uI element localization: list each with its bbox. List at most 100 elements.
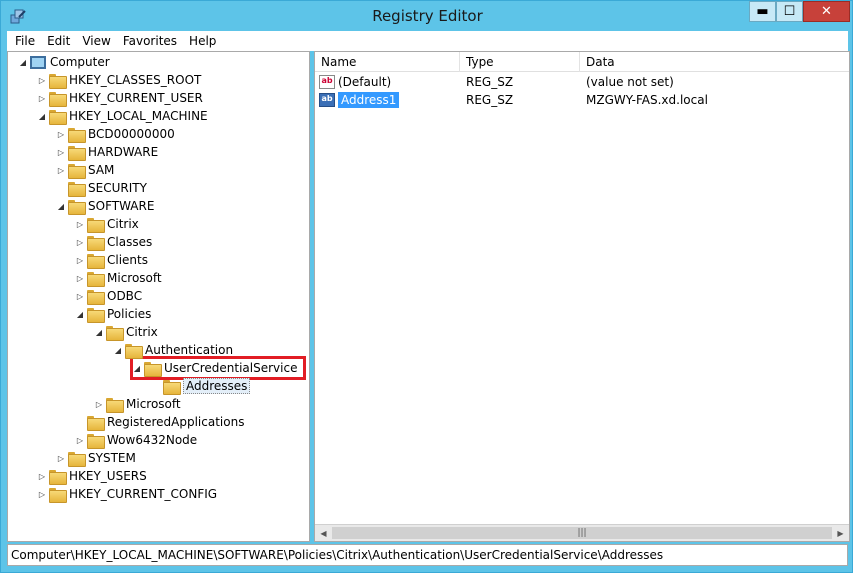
tree-node[interactable]: ▷ HKEY_CURRENT_CONFIG <box>37 485 217 503</box>
menu-edit[interactable]: Edit <box>41 34 76 48</box>
tree-node[interactable]: ◢ Authentication <box>113 341 233 359</box>
tree-node[interactable]: ▷ HARDWARE <box>56 143 158 161</box>
folder-icon <box>87 271 105 287</box>
folder-icon <box>106 397 124 413</box>
expand-arrow-icon[interactable]: ▷ <box>75 251 85 269</box>
tree-node[interactable]: Addresses <box>151 377 251 395</box>
folder-icon <box>49 469 67 485</box>
tree-node[interactable]: ▷ HKEY_CURRENT_USER <box>37 89 203 107</box>
tree-node[interactable]: ▷ ODBC <box>75 287 142 305</box>
tree-node-label: HKEY_LOCAL_MACHINE <box>69 109 208 123</box>
tree-node[interactable]: SECURITY <box>56 179 147 197</box>
folder-icon <box>68 127 86 143</box>
expand-arrow-icon[interactable]: ▷ <box>56 143 66 161</box>
list-row-default[interactable]: ab (Default) REG_SZ (value not set) <box>315 73 849 91</box>
collapse-arrow-icon[interactable]: ◢ <box>94 323 104 341</box>
scroll-right-arrow[interactable]: ▶ <box>832 525 849 541</box>
tree-node-label: Clients <box>107 253 148 267</box>
expand-arrow-icon[interactable]: ▷ <box>75 287 85 305</box>
folder-icon <box>106 325 124 341</box>
tree-node[interactable]: ◢ Citrix <box>94 323 158 341</box>
tree-node[interactable]: ▷ Microsoft <box>94 395 181 413</box>
menu-file[interactable]: File <box>9 34 41 48</box>
tree-node[interactable]: ◢ Policies <box>75 305 151 323</box>
title-bar[interactable]: Registry Editor ▬ ☐ ✕ <box>1 1 853 31</box>
window-title: Registry Editor <box>372 7 483 25</box>
tree-node[interactable]: ▷ Microsoft <box>75 269 162 287</box>
collapse-arrow-icon[interactable]: ◢ <box>37 107 47 125</box>
menu-help[interactable]: Help <box>183 34 222 48</box>
tree-node-label: HKEY_CURRENT_USER <box>69 91 203 105</box>
expand-arrow-icon[interactable]: ▷ <box>94 395 104 413</box>
folder-icon <box>87 253 105 269</box>
tree-node[interactable]: ▷ HKEY_USERS <box>37 467 147 485</box>
tree-node-label: HKEY_CURRENT_CONFIG <box>69 487 218 501</box>
tree-node[interactable]: RegisteredApplications <box>75 413 244 431</box>
column-header-name[interactable]: Name <box>315 52 460 72</box>
registry-editor-window: Registry Editor ▬ ☐ ✕ File Edit View Fav… <box>0 0 853 573</box>
expand-arrow-icon[interactable]: ▷ <box>37 467 47 485</box>
collapse-arrow-icon[interactable]: ◢ <box>132 359 142 377</box>
menu-view[interactable]: View <box>76 34 116 48</box>
tree-node[interactable]: ◢ HKEY_LOCAL_MACHINE <box>37 107 208 125</box>
tree-node[interactable]: ▷ Citrix <box>75 215 139 233</box>
expand-arrow-icon[interactable]: ▷ <box>56 125 66 143</box>
expand-arrow-icon[interactable]: ▷ <box>56 449 66 467</box>
column-header-data[interactable]: Data <box>580 52 849 72</box>
horizontal-scrollbar[interactable]: ◀ ||| ▶ <box>315 524 849 541</box>
expand-arrow-icon[interactable]: ▷ <box>75 269 85 287</box>
folder-icon <box>68 181 86 197</box>
tree-node-label: Microsoft <box>126 397 181 411</box>
scroll-left-arrow[interactable]: ◀ <box>315 525 332 541</box>
collapse-arrow-icon[interactable]: ◢ <box>113 341 123 359</box>
registry-tree-pane[interactable]: ◢ Computer ▷ HKEY_CLASSES_ROOT ▷ HKEY_CURRENT… <box>7 51 310 542</box>
tree-node[interactable]: ▷ HKEY_CLASSES_ROOT <box>37 71 201 89</box>
folder-icon <box>68 163 86 179</box>
folder-icon <box>87 433 105 449</box>
folder-icon <box>49 487 67 503</box>
folder-icon <box>68 145 86 161</box>
tree-node[interactable]: ▷ Clients <box>75 251 148 269</box>
minimize-button[interactable]: ▬ <box>749 1 776 22</box>
collapse-arrow-icon[interactable]: ◢ <box>56 197 66 215</box>
value-data: (value not set) <box>586 75 674 89</box>
menu-favorites[interactable]: Favorites <box>117 34 183 48</box>
list-row-address1[interactable]: ab Address1 REG_SZ MZGWY-FAS.xd.local <box>315 91 849 109</box>
tree-node-label: Policies <box>107 307 152 321</box>
tree-node[interactable]: ▷ BCD00000000 <box>56 125 175 143</box>
expand-arrow-icon[interactable]: ▷ <box>75 233 85 251</box>
close-button[interactable]: ✕ <box>803 1 850 22</box>
maximize-button[interactable]: ☐ <box>776 1 803 22</box>
expand-arrow-icon[interactable]: ▷ <box>37 485 47 503</box>
tree-node[interactable]: ▷ SAM <box>56 161 114 179</box>
scroll-thumb[interactable]: ||| <box>332 527 832 539</box>
tree-node-label: SAM <box>88 163 115 177</box>
tree-node-label: Computer <box>50 55 110 69</box>
tree-node[interactable]: ▷ Classes <box>75 233 152 251</box>
menu-bar: File Edit View Favorites Help <box>7 31 848 51</box>
collapse-arrow-icon[interactable]: ◢ <box>18 53 28 71</box>
column-header-type[interactable]: Type <box>460 52 580 72</box>
expand-arrow-icon[interactable]: ▷ <box>56 161 66 179</box>
collapse-arrow-icon[interactable]: ◢ <box>75 305 85 323</box>
folder-icon <box>87 415 105 431</box>
tree-node[interactable]: ◢ Computer <box>18 53 110 71</box>
computer-icon <box>30 55 46 69</box>
value-type: REG_SZ <box>466 75 514 89</box>
expand-arrow-icon[interactable]: ▷ <box>37 89 47 107</box>
expand-arrow-icon[interactable]: ▷ <box>75 215 85 233</box>
tree-node[interactable]: ◢ SOFTWARE <box>56 197 154 215</box>
value-name: Address1 <box>338 92 400 108</box>
tree-node[interactable]: ▷ SYSTEM <box>56 449 136 467</box>
tree-node[interactable]: ▷ Wow6432Node <box>75 431 197 449</box>
folder-icon <box>87 235 105 251</box>
string-value-icon: ab <box>319 93 335 107</box>
tree-node-label: HKEY_USERS <box>69 469 147 483</box>
value-type: REG_SZ <box>466 93 514 107</box>
folder-icon <box>125 343 143 359</box>
expand-arrow-icon[interactable]: ▷ <box>75 431 85 449</box>
expand-arrow-icon[interactable]: ▷ <box>37 71 47 89</box>
tree-node-label: HKEY_CLASSES_ROOT <box>69 73 202 87</box>
values-list-pane[interactable]: Name Type Data ab (Default) REG_SZ (valu… <box>314 51 850 542</box>
tree-node[interactable]: ◢ UserCredentialService <box>132 359 297 377</box>
